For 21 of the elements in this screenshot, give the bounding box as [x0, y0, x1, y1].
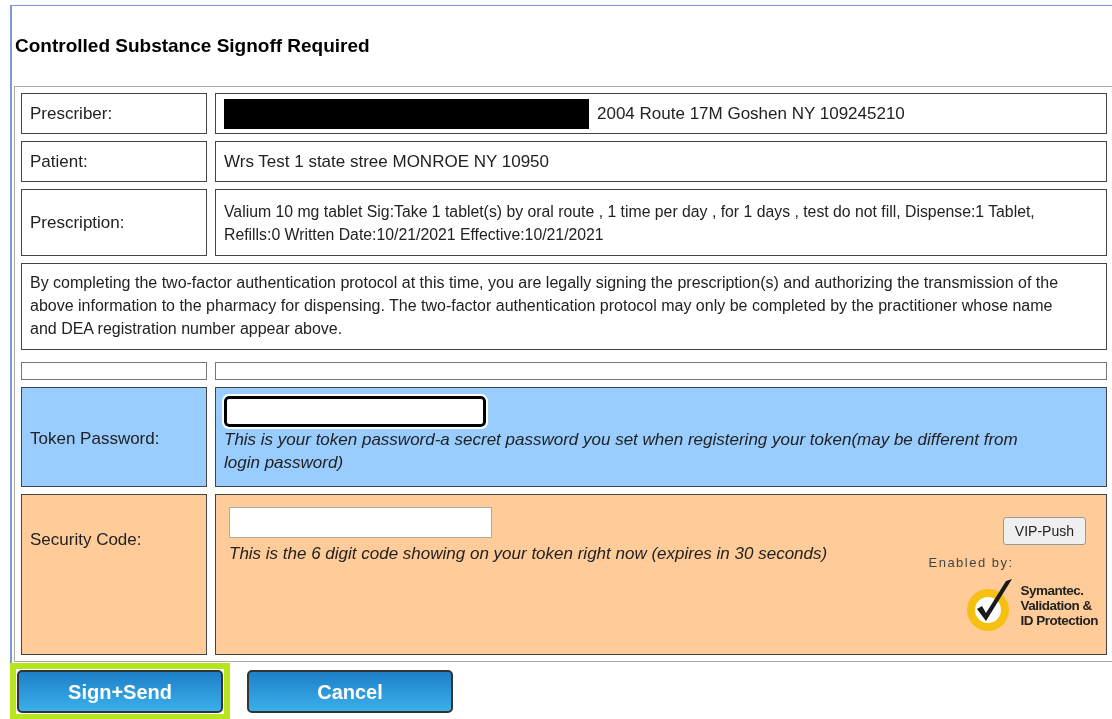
token-password-field[interactable] [224, 396, 486, 427]
logo-text: Symantec. [1020, 583, 1085, 598]
field-label: Prescriber: [21, 93, 207, 134]
field-value: Wrs Test 1 state stree MONROE NY 10950 [224, 150, 550, 173]
sign-send-button[interactable]: Sign+Send [17, 670, 223, 713]
field-label: Security Code: [21, 494, 207, 655]
logo-text: Validation & [1020, 598, 1093, 613]
dialog-title: Controlled Substance Signoff Required [15, 33, 370, 58]
enabled-by-label: Enabled by: [928, 554, 1014, 572]
cancel-button[interactable]: Cancel [247, 670, 453, 713]
field-label: Token Password: [21, 387, 207, 487]
legal-statement: By completing the two-factor authentication protocol at this time, you are legally signing the prescription(s) and authorizing the transmission of the above information to the pharmacy for dispensing. The two-factor authentication protocol may only be completed by the practitioner whose name and DEA registration number appear above. [21, 263, 1107, 350]
field-value: Valium 10 mg tablet Sig:Take 1 tablet(s) by oral route , 1 time per day , for 1 days , test do not fill, Dispense:1 Tablet, Refills:0 Written Date:10/21/2021 Effective:10/21/2021 [224, 201, 1036, 245]
logo-text: ID Protection [1020, 613, 1098, 628]
field-value: 2004 Route 17M Goshen NY 109245210 [597, 102, 905, 125]
field-label: Patient: [21, 141, 207, 182]
vip-push-button[interactable]: VIP-Push [1002, 517, 1086, 545]
security-code-field[interactable] [229, 507, 492, 538]
field-hint: This is the 6 digit code showing on your token right now (expires in 30 seconds) [229, 543, 829, 565]
field-label: Prescription: [21, 189, 207, 256]
field-hint: This is your token password-a secret password you set when registering your token(may be different from login password) [224, 429, 1019, 474]
